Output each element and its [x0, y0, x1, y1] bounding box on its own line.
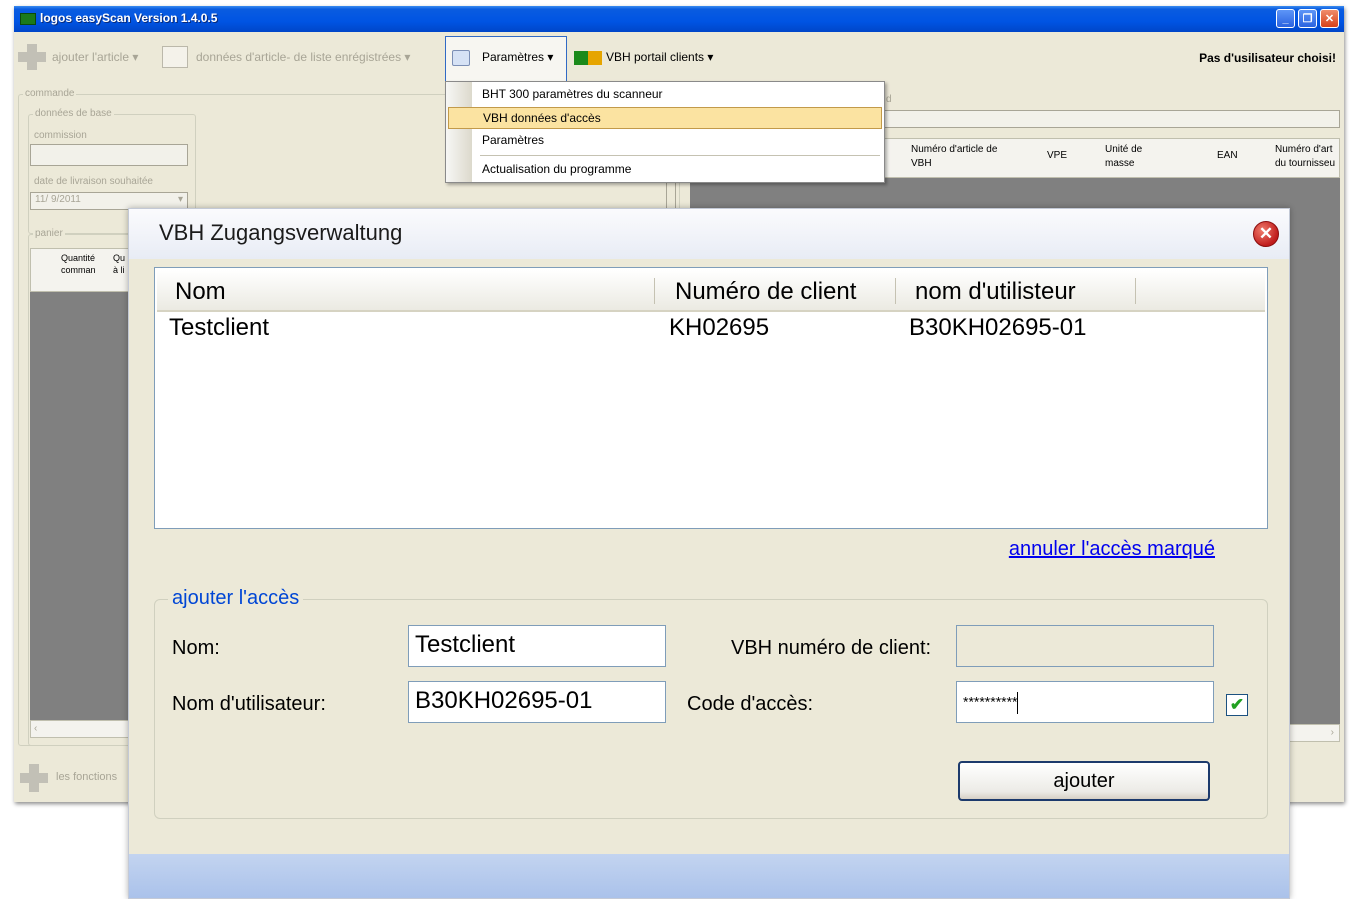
chevron-down-icon: ▾ [132, 50, 139, 64]
portal-button[interactable]: VBH portail clients ▾ [606, 50, 713, 64]
chevron-down-icon: ▾ [177, 194, 183, 205]
show-code-checkbox[interactable]: ✔ [1226, 694, 1248, 716]
col-supplier-article-number: Numéro d'art du tournisseu [1275, 144, 1336, 169]
vbh-logo-icon [574, 51, 602, 65]
commission-input[interactable] [30, 144, 188, 166]
menu-item-program-update[interactable]: Actualisation du programme [448, 159, 882, 181]
row-name: Testclient [169, 314, 270, 341]
list-icon [162, 46, 188, 68]
cart-table-header: Quantité comman Qu à li [30, 248, 140, 292]
access-list: Nom Numéro de client nom d'utilisteur Te… [154, 267, 1268, 529]
order-group-label: commande [23, 88, 77, 99]
dialog-close-button[interactable]: ✕ [1253, 221, 1279, 247]
access-code-input[interactable]: ********** [956, 681, 1214, 723]
col-client-number[interactable]: Numéro de client [675, 278, 856, 306]
parameters-button[interactable]: Paramètres ▾ [482, 50, 553, 64]
maximize-button[interactable]: ❐ [1298, 9, 1317, 28]
access-code-label: Code d'accès: [687, 693, 814, 715]
cancel-access-link[interactable]: annuler l'accès marqué [1009, 538, 1215, 561]
column-divider[interactable] [654, 278, 655, 304]
col-ean: EAN [1217, 150, 1238, 161]
add-article-label: ajouter l'article [52, 50, 129, 64]
username-label: Nom d'utilisateur: [172, 693, 326, 715]
dialog-titlebar: VBH Zugangsverwaltung ✕ [129, 209, 1289, 259]
access-management-dialog: VBH Zugangsverwaltung ✕ Nom Numéro de cl… [128, 208, 1290, 899]
window-title: logos easyScan Version 1.4.0.5 [40, 11, 218, 25]
portal-label: VBH portail clients [606, 50, 705, 64]
col-unit-of-mass: Unité de masse [1105, 144, 1143, 169]
cart-group-label: panier [33, 228, 65, 239]
access-list-header: Nom Numéro de client nom d'utilisteur [157, 270, 1265, 312]
delivery-date-value: 11/ 9/2011 [35, 194, 81, 205]
row-client-number: KH02695 [669, 314, 770, 341]
client-number-input[interactable] [956, 625, 1214, 667]
base-data-label: données de base [33, 108, 114, 119]
chevron-down-icon: ▾ [707, 50, 714, 64]
client-number-label: VBH numéro de client: [731, 637, 932, 659]
menu-item-scanner-settings[interactable]: BHT 300 paramètres du scanneur [448, 84, 882, 106]
close-button[interactable]: ✕ [1320, 9, 1339, 28]
text-cursor [1017, 692, 1019, 714]
column-divider[interactable] [895, 278, 896, 304]
cart-col-delivered: Qu à li [113, 253, 126, 275]
add-access-group-title: ajouter l'accès [168, 587, 304, 610]
parameters-label: Paramètres [482, 50, 545, 64]
col-name[interactable]: Nom [175, 278, 226, 306]
col-username[interactable]: nom d'utilisteur [915, 278, 1076, 306]
saved-list-label: données d'article- de liste enrégistrées [196, 50, 402, 64]
commission-label: commission [34, 130, 87, 141]
saved-list-button[interactable]: données d'article- de liste enrégistrées… [196, 50, 410, 64]
cart-col-quantity: Quantité comman [61, 253, 96, 275]
chevron-down-icon: ▾ [547, 50, 554, 64]
add-article-button[interactable]: ajouter l'article ▾ [52, 50, 138, 64]
functions-plus-icon [18, 762, 50, 794]
chevron-down-icon: ▾ [404, 50, 411, 64]
functions-label: les fonctions [56, 771, 118, 783]
col-vpe: VPE [1047, 150, 1068, 161]
username-input[interactable]: B30KH02695-01 [408, 681, 666, 723]
name-label: Nom: [172, 637, 220, 659]
chevron-left-icon: ‹ [34, 723, 38, 734]
col-vbh-article-number: Numéro d'article de VBH [911, 144, 998, 169]
dialog-statusbar [129, 854, 1289, 898]
user-status: Pas d'usilisateur choisi! [1199, 51, 1336, 65]
articles-header-fragment: d [886, 94, 892, 105]
menu-item-vbh-access-data[interactable]: VBH données d'accès [448, 107, 882, 129]
name-input[interactable]: Testclient [408, 625, 666, 667]
menu-item-parameters[interactable]: Paramètres [448, 130, 882, 152]
delivery-date-label: date de livraison souhaitée [34, 176, 153, 187]
minimize-button[interactable]: _ [1276, 9, 1295, 28]
add-button[interactable]: ajouter [958, 761, 1210, 801]
menu-separator [480, 155, 880, 156]
titlebar: logos easyScan Version 1.4.0.5 _ ❐ ✕ [14, 6, 1344, 32]
parameters-dropdown-menu: BHT 300 paramètres du scanneur VBH donné… [445, 81, 885, 183]
magnifier-settings-icon [452, 50, 470, 66]
table-row[interactable]: Testclient KH02695 B30KH02695-01 [157, 312, 1265, 348]
row-username: B30KH02695-01 [909, 314, 1087, 341]
access-code-value: ********** [963, 693, 1018, 710]
chevron-right-icon: › [1330, 727, 1334, 738]
add-plus-icon [18, 44, 46, 70]
app-logo-icon [20, 13, 36, 25]
column-divider[interactable] [1135, 278, 1136, 304]
dialog-title: VBH Zugangsverwaltung [159, 220, 403, 245]
toolbar: ajouter l'article ▾ données d'article- d… [14, 36, 1344, 82]
